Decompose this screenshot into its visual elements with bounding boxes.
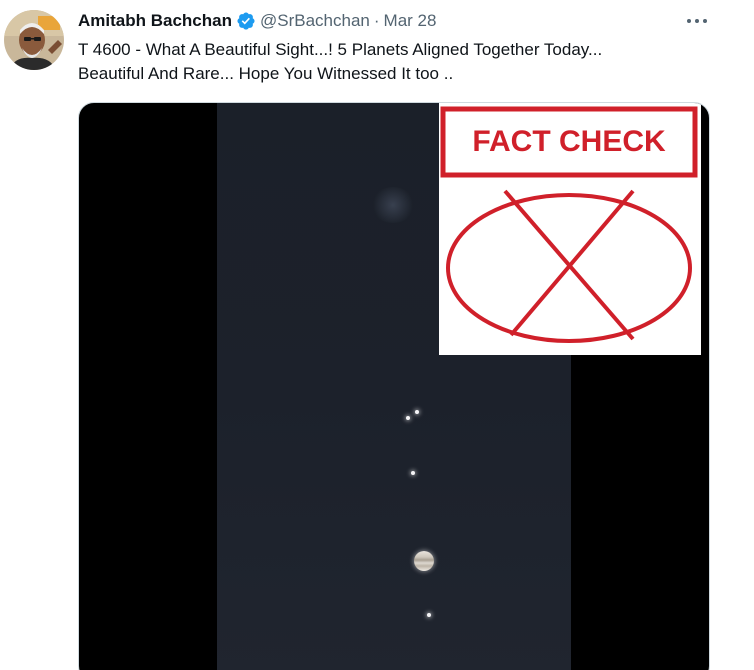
avatar[interactable] [4, 10, 64, 70]
more-icon[interactable] [684, 10, 710, 32]
tweet[interactable]: Amitabh Bachchan @SrBachchan · Mar 28 T … [0, 0, 754, 670]
fact-check-stamp: FACT CHECK [439, 103, 701, 355]
author-name[interactable]: Amitabh Bachchan [78, 11, 232, 31]
planet-dot [415, 410, 419, 414]
verified-badge-icon [236, 11, 256, 31]
jupiter-planet [414, 551, 434, 571]
fact-check-label: FACT CHECK [472, 125, 666, 158]
planet-dot [427, 613, 431, 617]
tweet-date[interactable]: Mar 28 [384, 11, 437, 31]
planet-dot [411, 471, 415, 475]
tweet-text-line: T 4600 - What A Beautiful Sight...! 5 Pl… [78, 40, 603, 59]
tweet-media[interactable]: FACT CHECK [78, 102, 710, 670]
planet-dot [406, 416, 410, 420]
header-separator: · [373, 11, 380, 30]
author-handle[interactable]: @SrBachchan [260, 11, 370, 31]
tweet-text-line: Beautiful And Rare... Hope You Witnessed… [78, 64, 454, 83]
faint-glow [371, 187, 415, 223]
tweet-header: Amitabh Bachchan @SrBachchan · Mar 28 [78, 10, 436, 32]
tweet-text: T 4600 - What A Beautiful Sight...! 5 Pl… [78, 38, 718, 86]
